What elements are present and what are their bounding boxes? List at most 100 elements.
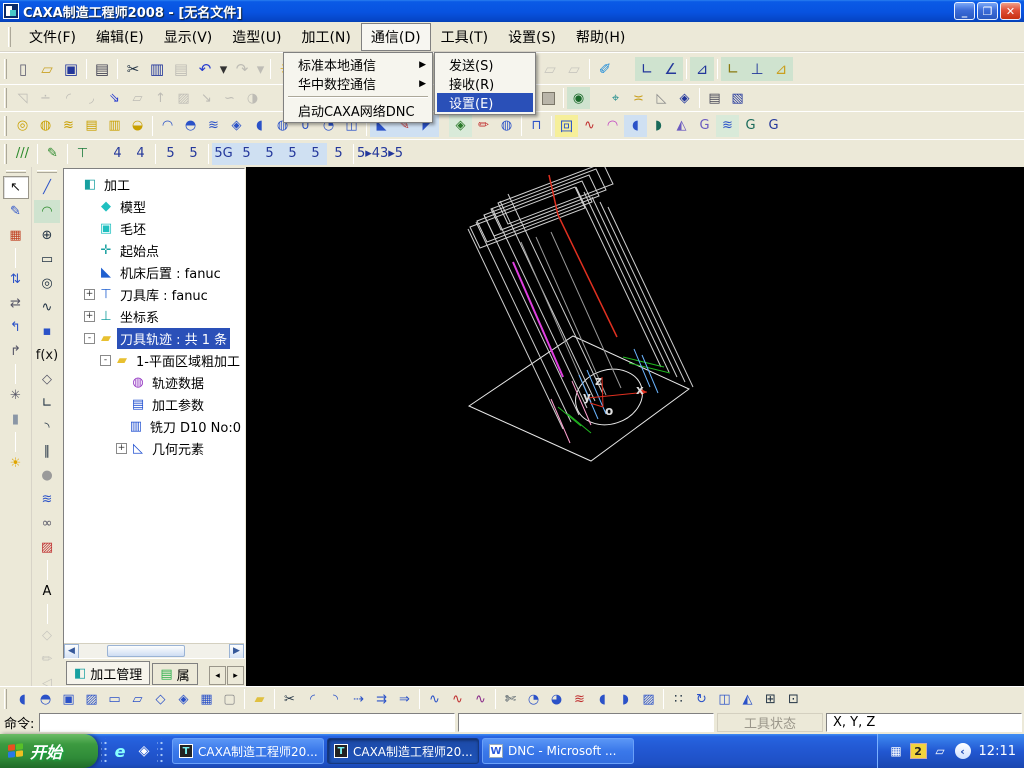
text-icon[interactable]: A <box>34 580 60 603</box>
curve-extend-1-icon[interactable]: ⇢ <box>347 688 370 710</box>
tree-row[interactable]: - ▰ 刀具轨迹 : 共 1 条 <box>64 327 244 349</box>
surface-trim-icon[interactable]: ✄ <box>499 688 522 710</box>
tab-properties[interactable]: ▤ 属 <box>152 663 198 685</box>
macro-record-icon[interactable]: ▤ <box>703 87 726 109</box>
tree-row[interactable]: + ⊥ 坐标系 <box>64 305 244 327</box>
menu-item[interactable]: 发送(S) <box>437 55 533 74</box>
solid-feature-icon[interactable]: ▮ <box>3 408 29 431</box>
surface-net-icon[interactable]: ▭ <box>103 688 126 710</box>
hatch-icon[interactable]: /// <box>11 143 34 165</box>
axis5-mill-3-icon[interactable]: 5 <box>281 142 304 165</box>
surface-border-icon[interactable]: ▨ <box>80 688 103 710</box>
tree-row[interactable]: - ▰ 1-平面区域粗加工 <box>64 349 244 371</box>
surface-swirl-icon[interactable]: ◗ <box>614 688 637 710</box>
groove-mill-icon[interactable]: ⊓ <box>525 115 548 137</box>
scale-icon[interactable]: ◭ <box>736 688 759 710</box>
tree-expander[interactable]: + <box>84 310 95 322</box>
coord-pick-icon[interactable]: ⌖ <box>604 87 627 109</box>
tree-node-label[interactable]: 几何元素 <box>149 438 207 459</box>
param-line-icon[interactable]: ◠ <box>601 115 624 137</box>
tree-row[interactable]: ▤ 加工参数 <box>64 393 244 415</box>
curve-trim-icon[interactable]: ✂ <box>278 688 301 710</box>
telescope-icon[interactable]: ✐ <box>593 57 617 81</box>
tree-row[interactable]: ▣ 毛坯 <box>64 217 244 239</box>
surface-rotate-icon[interactable]: ◓ <box>34 688 57 710</box>
menu-item[interactable]: 华中数控通信 ▶ <box>286 74 430 93</box>
tray-collapse-icon[interactable]: ‹ <box>954 743 971 759</box>
array-icon[interactable]: ∷ <box>667 688 690 710</box>
menu-item[interactable]: 接收(R) <box>437 74 533 93</box>
close-button[interactable]: ✕ <box>1000 2 1021 20</box>
tree-node-label[interactable]: 毛坯 <box>117 218 149 239</box>
tree-node-label[interactable]: 模型 <box>117 196 149 217</box>
area-mill-icon[interactable]: 回 <box>555 114 578 137</box>
menu-2[interactable]: 编辑(E) <box>86 23 154 51</box>
select-arrow-icon[interactable]: ↖ <box>2 176 29 199</box>
curve-chamfer-icon[interactable]: ◝ <box>324 688 347 710</box>
stream-mill-icon[interactable]: ≋ <box>716 114 739 137</box>
blob-icon[interactable]: ● <box>34 464 60 487</box>
surface-gen-icon[interactable]: ≋ <box>34 488 60 511</box>
tab-machining-manager[interactable]: ◧ 加工管理 <box>66 661 151 685</box>
axis5-g-icon[interactable]: 5G <box>212 142 235 165</box>
cut-icon[interactable]: ✂ <box>121 57 145 81</box>
glasses-icon[interactable]: ∞ <box>34 512 60 535</box>
menu-item[interactable]: 设置(E) <box>437 93 533 112</box>
lead-line-icon[interactable]: ✎ <box>41 143 64 165</box>
convert-5to4-icon[interactable]: 5▸4 <box>357 143 380 165</box>
minimize-button[interactable]: _ <box>954 2 975 20</box>
tree-horizontal-scrollbar[interactable]: ◀ ▶ <box>64 643 244 658</box>
ime-icon[interactable]: 2 <box>909 743 927 759</box>
color-palette-icon[interactable]: ▦ <box>3 224 29 247</box>
surface-mill-3-icon[interactable]: ≋ <box>202 115 225 137</box>
menu-7[interactable]: 工具(T) <box>431 23 498 51</box>
axis-z-icon[interactable]: ⊿ <box>769 56 793 81</box>
taskbar-window-button[interactable]: T CAXA制造工程师20... <box>172 738 324 764</box>
mill-flat-6-icon[interactable]: ◒ <box>126 115 149 137</box>
construct-axes-icon[interactable]: ✳ <box>3 384 29 407</box>
eraser-icon[interactable]: ▰ <box>248 688 271 710</box>
g-drill-icon[interactable]: G <box>739 115 762 137</box>
tree-node-label[interactable]: 轨迹数据 <box>149 372 207 393</box>
scrollbar-track[interactable] <box>79 643 229 658</box>
arc-icon[interactable]: ◠ <box>34 200 60 223</box>
curve-edit-3-icon[interactable]: ∿ <box>469 688 492 710</box>
wave-surface-icon[interactable]: ▨ <box>34 536 60 559</box>
lamp-toggle-icon[interactable]: ☀ <box>3 452 29 475</box>
tree-row[interactable]: ▥ 铣刀 D10 No:0 <box>64 415 244 437</box>
scroll-left-arrow-icon[interactable]: ◀ <box>64 643 79 658</box>
length-measure-icon[interactable]: ≍ <box>627 87 650 109</box>
tree-expander[interactable]: + <box>116 442 127 454</box>
point-icon[interactable]: ▪ <box>34 320 60 343</box>
move-copy-icon[interactable]: ⊡ <box>782 688 805 710</box>
frame-rotate-icon[interactable]: ∠ <box>659 56 683 81</box>
tree-row[interactable]: + ◺ 几何元素 <box>64 437 244 459</box>
surface-blend-icon[interactable]: ◈ <box>172 688 195 710</box>
tool-display-icon[interactable]: ⊤ <box>71 143 94 165</box>
curve-join-icon[interactable]: ⇒ <box>393 688 416 710</box>
menu-3[interactable]: 显示(V) <box>154 23 223 51</box>
tree-expander[interactable]: + <box>84 288 95 300</box>
sketch-editor-icon[interactable]: ✎ <box>3 200 29 223</box>
menu-item[interactable]: 启动CAXA网络DNC <box>286 101 430 120</box>
axis5-mill-5-icon[interactable]: 5 <box>327 143 350 165</box>
surface-mill-5-icon[interactable]: ◖ <box>248 115 271 137</box>
save-icon[interactable]: ▣ <box>59 57 83 81</box>
tree-node-label[interactable]: 机床后置 : fanuc <box>117 262 224 283</box>
surface-stretch-icon[interactable]: ◖ <box>11 688 34 710</box>
surface-mill-1-icon[interactable]: ◠ <box>156 115 179 137</box>
quick-launch-ie-icon[interactable]: e <box>110 741 130 761</box>
surface-mill-4-icon[interactable]: ◈ <box>225 115 248 137</box>
scrollbar-thumb[interactable] <box>107 644 185 657</box>
radial-mill-icon[interactable]: ◗ <box>647 115 670 137</box>
mill-flat-3-icon[interactable]: ≋ <box>57 115 80 137</box>
menu-4[interactable]: 造型(U) <box>222 23 291 51</box>
corner-edit-icon[interactable]: ↱ <box>3 340 29 363</box>
restore-button[interactable]: ❐ <box>977 2 998 20</box>
contour-line-icon[interactable]: ∿ <box>578 115 601 137</box>
cascade-icon[interactable]: ▱ <box>932 743 949 759</box>
circle-icon[interactable]: ⊕ <box>34 224 60 247</box>
tab-scroll-right-icon[interactable]: ▸ <box>227 666 244 685</box>
menu-8[interactable]: 设置(S) <box>498 23 566 51</box>
taskbar-window-button[interactable]: T CAXA制造工程师20... <box>327 738 479 764</box>
